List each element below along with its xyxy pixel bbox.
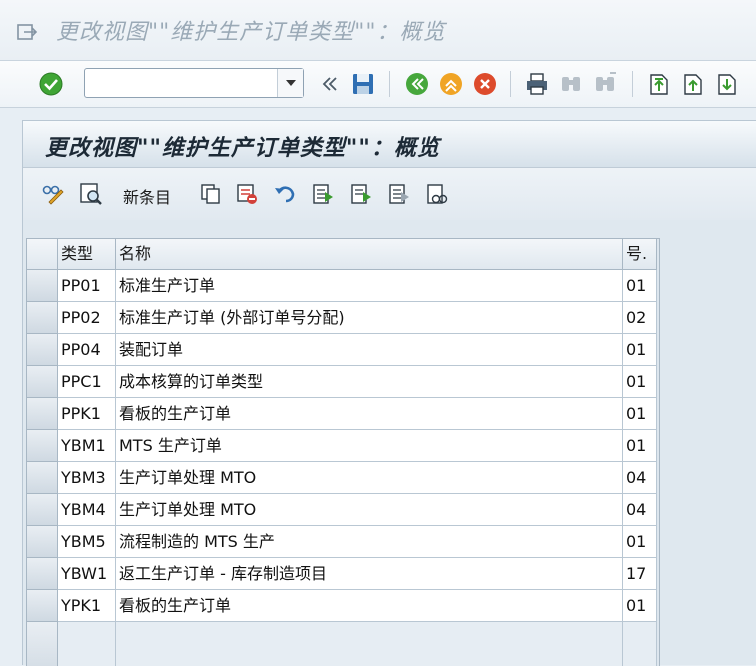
cell-type[interactable]: YPK1 — [58, 590, 116, 622]
cell-number[interactable]: 01 — [623, 366, 657, 398]
enter-icon[interactable] — [38, 71, 64, 97]
cell-name[interactable]: 装配订单 — [116, 334, 623, 366]
command-field[interactable] — [84, 68, 304, 98]
delete-icon[interactable] — [235, 182, 259, 206]
row-selector[interactable] — [27, 302, 58, 334]
find-next-icon[interactable] — [592, 71, 618, 97]
row-selector[interactable] — [27, 494, 58, 526]
cell-name[interactable]: 返工生产订单 - 库存制造项目 — [116, 558, 623, 590]
cell-name[interactable]: 标准生产订单 — [116, 270, 623, 302]
cell-type[interactable]: YBM5 — [58, 526, 116, 558]
select-all-rows-button[interactable] — [27, 239, 58, 270]
cell-number[interactable]: 04 — [623, 462, 657, 494]
row-selector[interactable] — [27, 526, 58, 558]
cell-number[interactable]: 01 — [623, 430, 657, 462]
cell-type[interactable]: YBM3 — [58, 462, 116, 494]
next-page-icon[interactable] — [714, 71, 740, 97]
cell-number[interactable]: 01 — [623, 270, 657, 302]
empty-cell[interactable] — [116, 622, 623, 666]
row-selector[interactable] — [27, 590, 58, 622]
cell-number[interactable]: 02 — [623, 302, 657, 334]
find-icon[interactable] — [558, 71, 584, 97]
print-icon[interactable] — [524, 71, 550, 97]
cell-number[interactable]: 01 — [623, 398, 657, 430]
panel-header: 更改视图""维护生产订单类型""：概览 — [23, 121, 756, 168]
cell-number[interactable]: 01 — [623, 526, 657, 558]
exit-icon[interactable] — [438, 71, 464, 97]
row-selector[interactable] — [27, 462, 58, 494]
cell-type[interactable]: YBM1 — [58, 430, 116, 462]
row-selector[interactable] — [27, 430, 58, 462]
cell-number[interactable]: 17 — [623, 558, 657, 590]
toolbar-separator — [510, 71, 511, 97]
page-title: 更改视图""维护生产订单类型""：概览 — [45, 135, 440, 161]
column-header-number[interactable]: 号. — [623, 239, 657, 270]
row-selector[interactable] — [27, 366, 58, 398]
cell-type[interactable]: PPC1 — [58, 366, 116, 398]
order-types-table: 类型 名称 号. PP01 标准生产订单 01 PP02 标准生产订单 (外部订单号分配… — [26, 238, 660, 666]
row-selector[interactable] — [27, 558, 58, 590]
cell-type[interactable]: PP04 — [58, 334, 116, 366]
cell-number[interactable]: 04 — [623, 494, 657, 526]
copy-icon[interactable] — [199, 182, 223, 206]
toolbar-separator — [632, 71, 633, 97]
back-icon[interactable] — [404, 71, 430, 97]
first-page-icon[interactable] — [646, 71, 672, 97]
empty-cell[interactable] — [58, 622, 116, 666]
cell-name[interactable]: 看板的生产订单 — [116, 590, 623, 622]
cell-type[interactable]: PP02 — [58, 302, 116, 334]
window-title-bar: 更改视图""维护生产订单类型""：概览 — [0, 0, 756, 61]
toolbar-separator — [389, 71, 390, 97]
cell-name[interactable]: 生产订单处理 MTO — [116, 462, 623, 494]
content-panel: 更改视图""维护生产订单类型""：概览 新条目 类型 名称 号. PP01 标准… — [22, 120, 756, 666]
select-block-icon[interactable] — [349, 182, 373, 206]
select-all-icon[interactable] — [311, 182, 335, 206]
row-selector[interactable] — [27, 334, 58, 366]
command-input[interactable] — [89, 72, 273, 96]
chevron-down-icon — [286, 80, 296, 86]
cell-type[interactable]: YBM4 — [58, 494, 116, 526]
row-selector[interactable] — [27, 270, 58, 302]
cancel-icon[interactable] — [472, 71, 498, 97]
cell-name[interactable]: 流程制造的 MTS 生产 — [116, 526, 623, 558]
display-icon[interactable] — [79, 182, 103, 206]
empty-cell[interactable] — [623, 622, 657, 666]
row-selector[interactable] — [27, 398, 58, 430]
variable-list-icon[interactable] — [425, 182, 449, 206]
cell-number[interactable]: 01 — [623, 590, 657, 622]
previous-page-icon[interactable] — [680, 71, 706, 97]
undo-icon[interactable] — [273, 182, 297, 206]
collapse-toolbar-icon[interactable] — [316, 71, 342, 97]
cell-type[interactable]: PP01 — [58, 270, 116, 302]
display-change-icon[interactable] — [41, 182, 65, 206]
new-entries-button[interactable]: 新条目 — [123, 184, 171, 208]
cell-type[interactable]: YBW1 — [58, 558, 116, 590]
cell-number[interactable]: 01 — [623, 334, 657, 366]
column-header-type[interactable]: 类型 — [58, 239, 116, 270]
cell-name[interactable]: 标准生产订单 (外部订单号分配) — [116, 302, 623, 334]
command-dropdown-button[interactable] — [277, 69, 303, 97]
cell-name[interactable]: MTS 生产订单 — [116, 430, 623, 462]
application-toolbar: 新条目 — [23, 168, 756, 220]
cell-name[interactable]: 成本核算的订单类型 — [116, 366, 623, 398]
deselect-all-icon[interactable] — [387, 182, 411, 206]
cell-name[interactable]: 生产订单处理 MTO — [116, 494, 623, 526]
window-title: 更改视图""维护生产订单类型""：概览 — [56, 20, 446, 45]
standard-toolbar — [0, 61, 756, 108]
row-selector[interactable] — [27, 622, 58, 666]
cell-type[interactable]: PPK1 — [58, 398, 116, 430]
cell-name[interactable]: 看板的生产订单 — [116, 398, 623, 430]
exit-screen-icon[interactable] — [16, 21, 38, 43]
save-icon[interactable] — [350, 71, 376, 97]
column-header-name[interactable]: 名称 — [116, 239, 623, 270]
